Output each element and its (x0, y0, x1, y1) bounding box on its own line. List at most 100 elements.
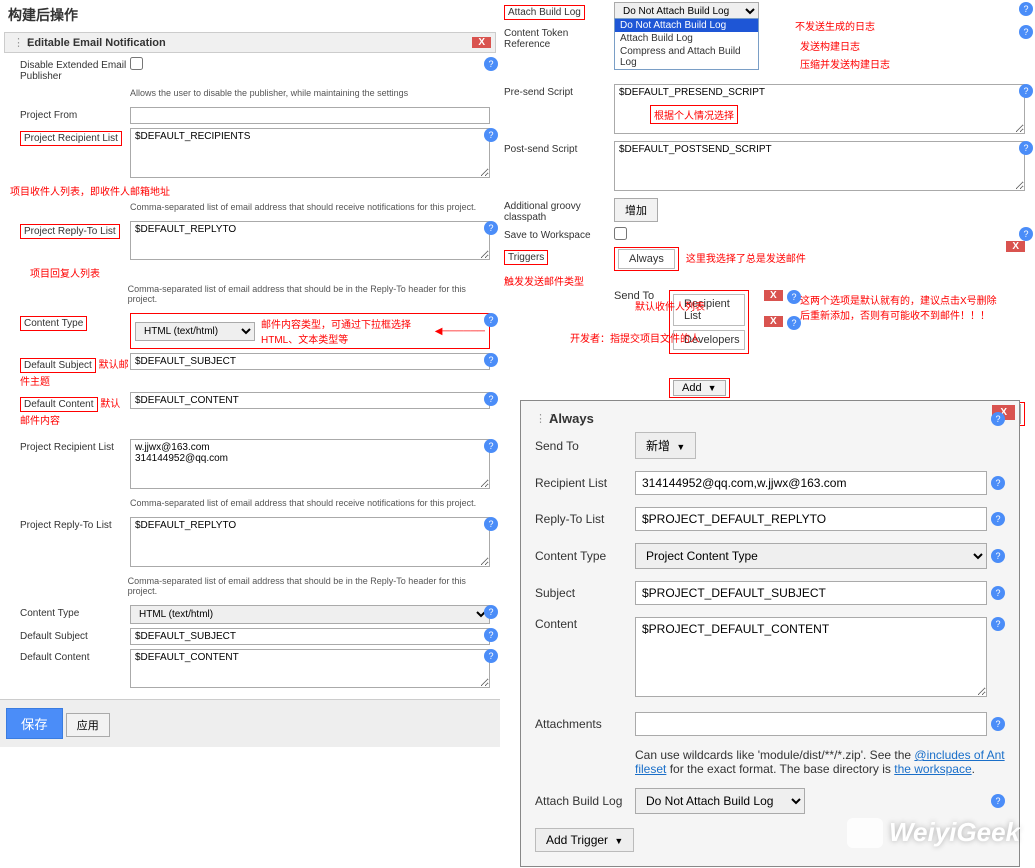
help-icon[interactable]: ? (787, 290, 801, 304)
editable-email-header[interactable]: ⋮⋮ Editable Email Notification X (4, 32, 496, 53)
default-content-input[interactable] (130, 392, 490, 409)
help-icon[interactable]: ? (484, 517, 498, 531)
disable-publisher-label: Disable Extended Email Publisher (20, 57, 130, 82)
reply-to-textarea2[interactable]: $DEFAULT_REPLYTO (130, 517, 490, 567)
help-icon[interactable]: ? (1019, 84, 1033, 98)
help-icon[interactable]: ? (1019, 25, 1033, 39)
save-button[interactable]: 保存 (6, 708, 63, 739)
help-icon[interactable]: ? (484, 605, 498, 619)
recipient-annotation: 项目收件人列表，即收件人邮箱地址 (0, 183, 500, 198)
comma-help2: Comma-separated list of email address th… (128, 574, 490, 601)
workspace-link[interactable]: the workspace (894, 762, 971, 776)
help-icon[interactable]: ? (991, 549, 1005, 563)
ap-subject-label: Subject (535, 586, 635, 600)
close-x-dev[interactable]: X (764, 316, 783, 327)
comma-help2: Comma-separated list of email address th… (128, 282, 490, 309)
default-subject-input2[interactable] (130, 628, 490, 645)
token-reference-label: Content Token Reference (504, 25, 614, 50)
close-button[interactable]: X (472, 37, 491, 48)
comma-help: Comma-separated list of email address th… (130, 496, 476, 513)
ap-content-label: Content (535, 617, 635, 631)
wechat-icon (847, 818, 883, 848)
help-icon[interactable]: ? (484, 439, 498, 453)
ap-content-type-label: Content Type (535, 549, 635, 563)
groovy-add-button[interactable]: 增加 (614, 198, 658, 222)
reply-to-textarea[interactable]: $DEFAULT_REPLYTO (130, 221, 490, 260)
groovy-label: Additional groovy classpath (504, 198, 614, 223)
default-subject-label: Default Subject (20, 358, 96, 373)
project-from-input[interactable] (130, 107, 490, 124)
save-workspace-checkbox[interactable] (614, 227, 627, 240)
postsend-textarea[interactable]: $DEFAULT_POSTSEND_SCRIPT (614, 141, 1025, 191)
ap-content-type-select[interactable]: Project Content Type (635, 543, 987, 569)
always-panel: X ⋮⋮ Always ? Send To 新增 ▼ Recipient Lis… (520, 400, 1020, 867)
help-icon[interactable]: ? (991, 717, 1005, 731)
reply-to-label2: Project Reply-To List (20, 517, 130, 531)
attach-anno3: 压缩并发送构建日志 (800, 56, 890, 71)
save-workspace-label: Save to Workspace (504, 227, 614, 241)
help-icon[interactable]: ? (484, 128, 498, 142)
ap-replyto-input[interactable] (635, 507, 987, 531)
help-icon[interactable]: ? (484, 57, 498, 71)
section-title: Editable Email Notification (27, 37, 166, 49)
disable-publisher-checkbox[interactable] (130, 57, 143, 70)
drag-icon[interactable]: ⋮⋮ (535, 412, 545, 425)
always-pill[interactable]: Always (618, 249, 675, 269)
content-type-label: Content Type (20, 316, 87, 331)
close-x-recip[interactable]: X (764, 290, 783, 301)
drag-icon[interactable]: ⋮⋮ (13, 36, 23, 49)
help-icon[interactable]: ? (1019, 227, 1033, 241)
ap-attach-log-select[interactable]: Do Not Attach Build Log (635, 788, 805, 814)
ap-recipient-input[interactable] (635, 471, 987, 495)
help-icon[interactable]: ? (484, 313, 498, 327)
recipient-list-textarea[interactable]: $DEFAULT_RECIPIENTS (130, 128, 490, 178)
add-button[interactable]: Add ▼ (673, 380, 726, 396)
ap-content-textarea[interactable]: $PROJECT_DEFAULT_CONTENT (635, 617, 987, 697)
default-content-textarea2[interactable]: $DEFAULT_CONTENT (130, 649, 490, 688)
always-annotation: 这里我选择了总是发送邮件 (686, 254, 806, 265)
content-type-label2: Content Type (20, 605, 130, 619)
help-icon[interactable]: ? (991, 617, 1005, 631)
help-icon[interactable]: ? (484, 353, 498, 367)
help-icon[interactable]: ? (787, 316, 801, 330)
close-x-always[interactable]: X (1006, 241, 1025, 252)
help-icon[interactable]: ? (991, 412, 1005, 426)
always-title: Always (549, 411, 594, 426)
reply-to-label: Project Reply-To List (20, 224, 120, 239)
ap-new-button[interactable]: 新增 ▼ (635, 432, 696, 459)
dev-anno-below: 开发者：指提交项目文件的人 (570, 330, 700, 345)
ap-attachments-input[interactable] (635, 712, 987, 736)
content-type-select[interactable]: HTML (text/html) (135, 322, 255, 341)
content-type-select2[interactable]: HTML (text/html) (130, 605, 490, 624)
ap-subject-input[interactable] (635, 581, 987, 605)
sendto-anno-right: 这两个选项是默认就有的，建议点击X号删除后重新添加，否则有可能收不到邮件！！！ (800, 292, 1000, 322)
reply-annotation: 项目回复人列表 (0, 265, 500, 280)
ap-sendto-label: Send To (535, 439, 635, 453)
help-icon[interactable]: ? (1019, 141, 1033, 155)
default-content-label: Default Content (20, 397, 98, 412)
trigger-always[interactable]: Always (614, 247, 679, 271)
ap-recipient-label: Recipient List (535, 476, 635, 490)
recipient-list-textarea2[interactable]: w.jjwx@163.com 314144952@qq.com (130, 439, 490, 489)
recipient-list-label: Project Recipient List (20, 131, 122, 146)
help-icon[interactable]: ? (991, 512, 1005, 526)
ap-attachments-label: Attachments (535, 717, 635, 731)
help-icon[interactable]: ? (991, 476, 1005, 490)
help-icon[interactable]: ? (991, 586, 1005, 600)
apply-button[interactable]: 应用 (66, 713, 110, 737)
help-icon[interactable]: ? (484, 628, 498, 642)
help-icon[interactable]: ? (991, 794, 1005, 808)
att-help-text: Can use wildcards like 'module/dist/**/*… (635, 748, 914, 762)
default-subject-label2: Default Subject (20, 628, 130, 642)
help-icon[interactable]: ? (484, 392, 498, 406)
default-subject-input[interactable] (130, 353, 490, 370)
help-icon[interactable]: ? (484, 221, 498, 235)
help-icon[interactable]: ? (484, 649, 498, 663)
attach-log-label: Attach Build Log (504, 5, 585, 20)
help-icon[interactable]: ? (1019, 2, 1033, 16)
add-box: Add ▼ (669, 378, 730, 398)
choose-annotation: 根据个人情况选择 (650, 105, 738, 124)
add-trigger-button[interactable]: Add Trigger ▼ (535, 828, 634, 852)
project-from-label: Project From (20, 107, 130, 121)
page-title: 构建后操作 (0, 0, 500, 30)
